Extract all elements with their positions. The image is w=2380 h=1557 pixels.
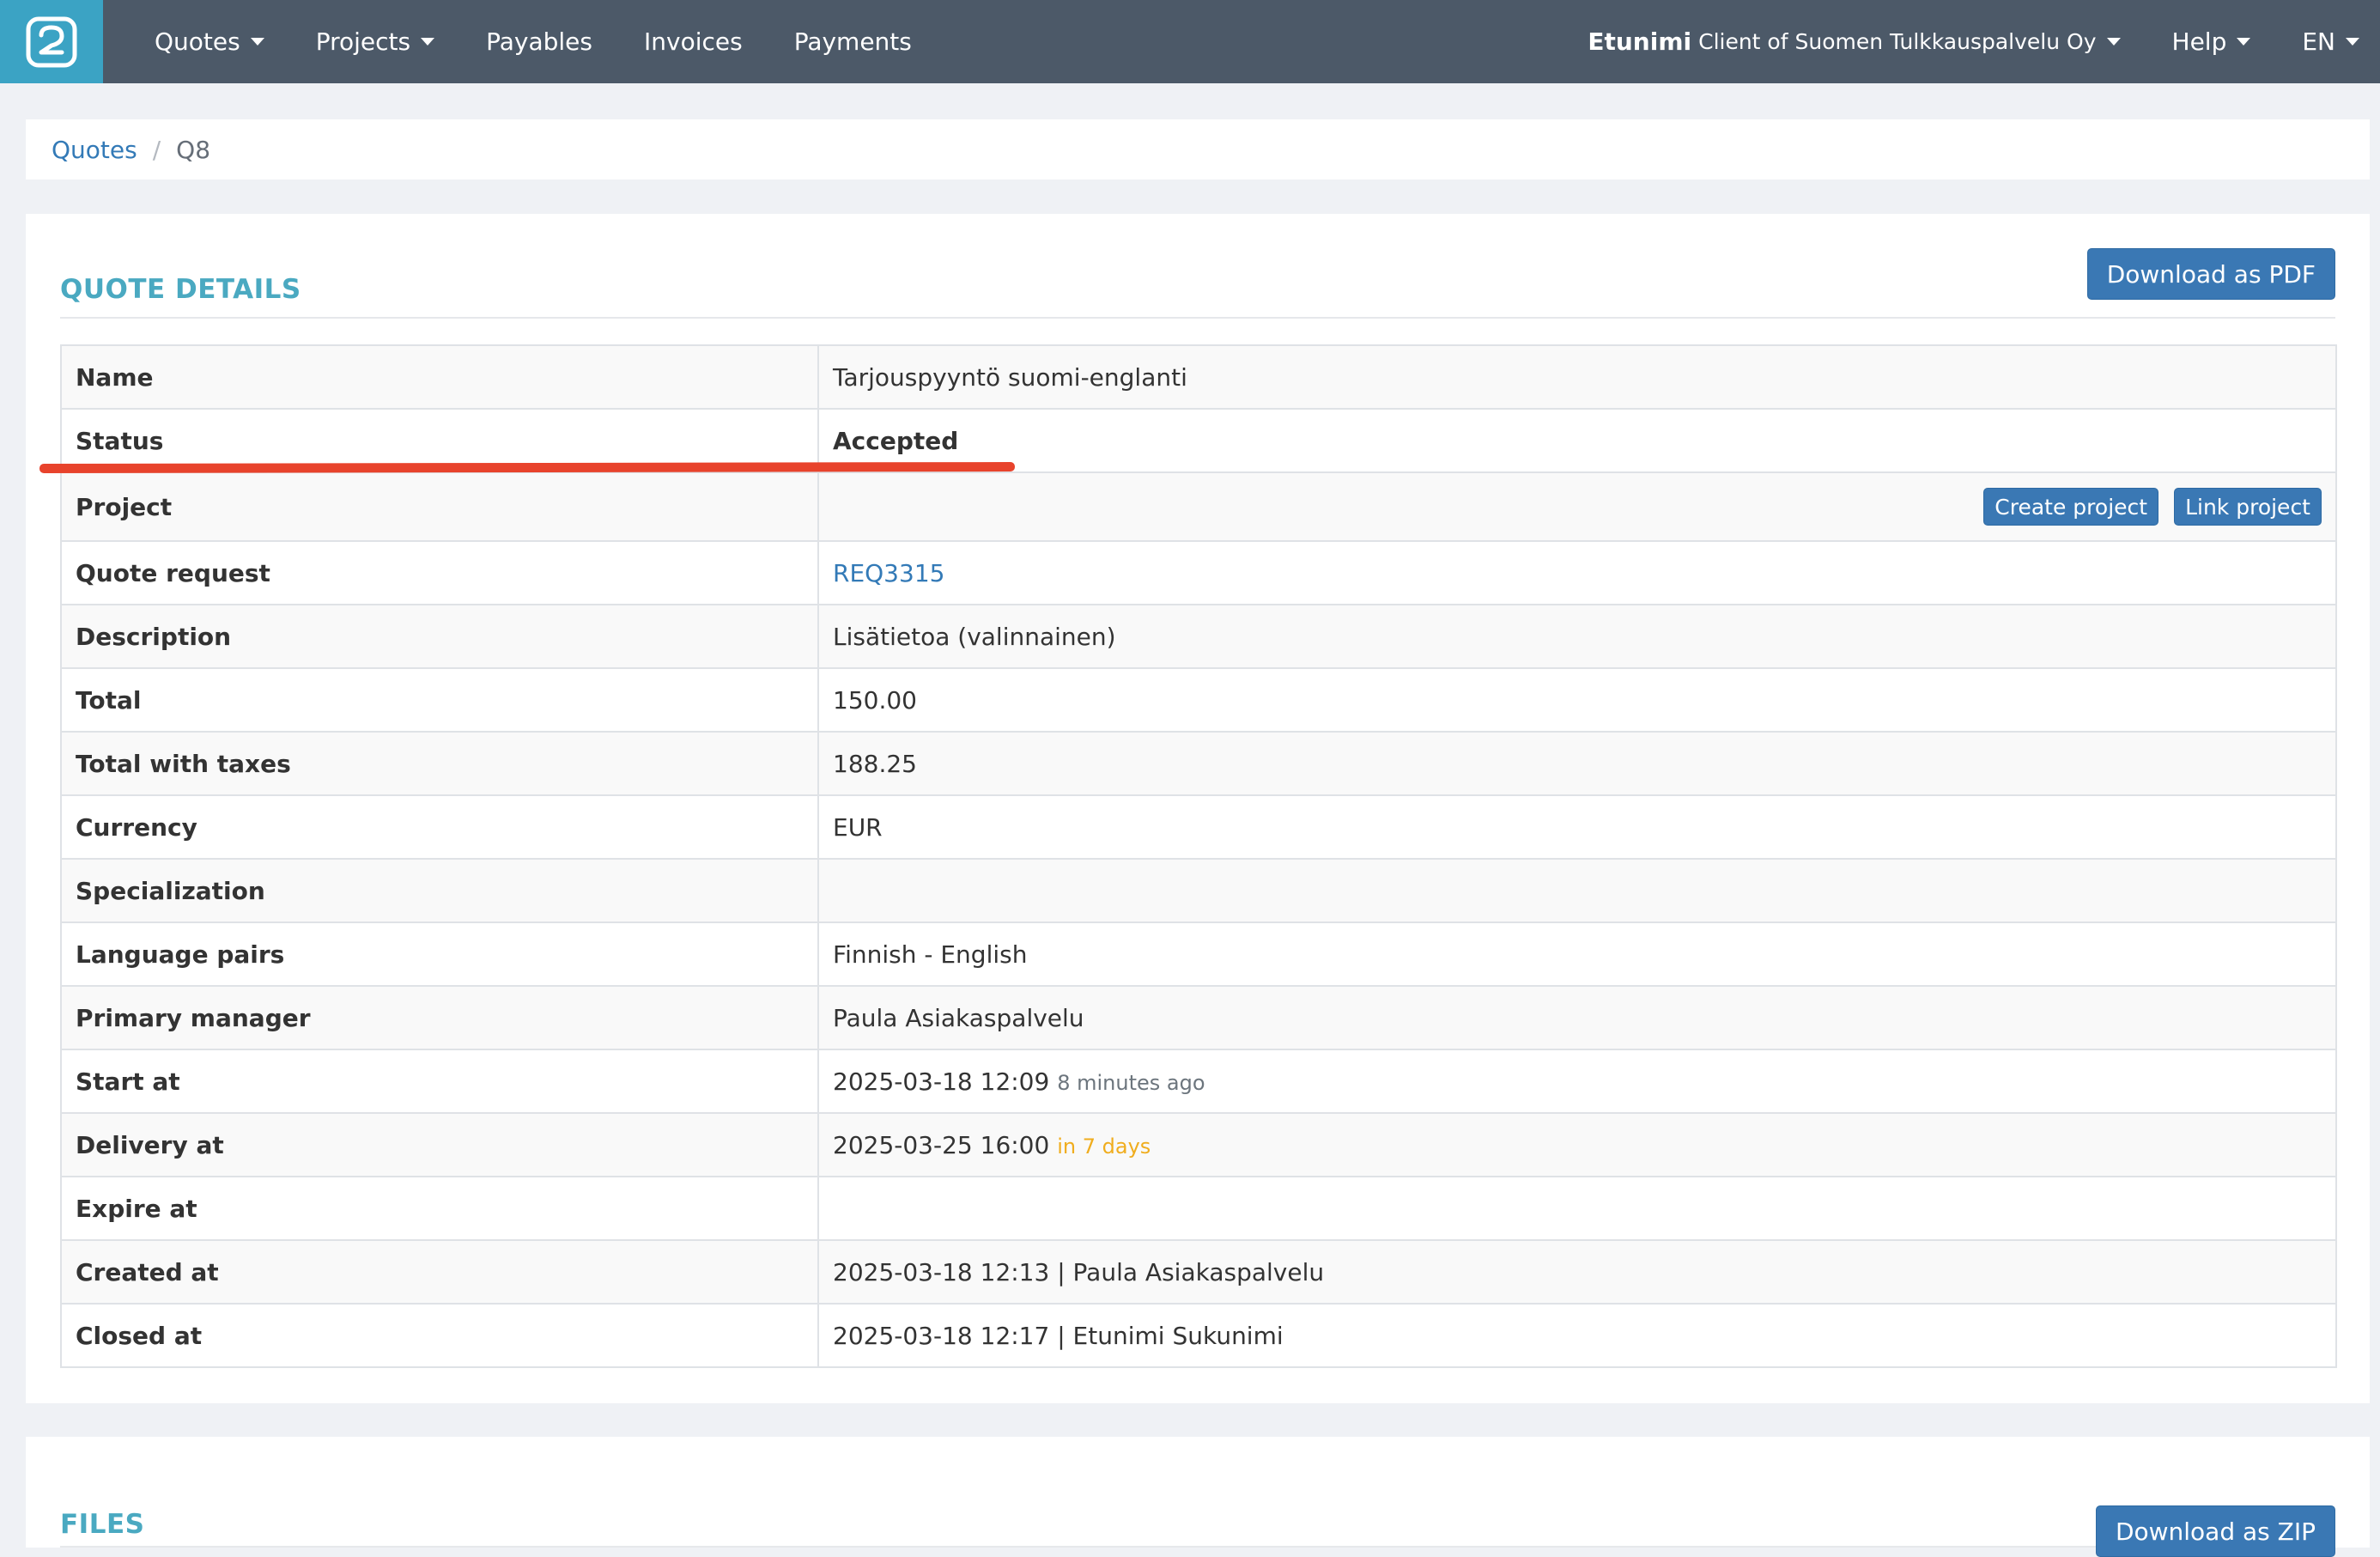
help-label: Help — [2171, 27, 2227, 56]
help-menu[interactable]: Help — [2146, 0, 2277, 83]
row-label-project: Project — [60, 471, 819, 542]
row-value-specialization — [817, 858, 2337, 923]
project-actions: Create project Link project — [833, 488, 2322, 526]
nav-payments-label: Payments — [793, 27, 912, 56]
quote-details-table: Name Tarjouspyyntö suomi-englanti Status… — [60, 344, 2337, 1368]
start-at-datetime: 2025-03-18 12:09 — [833, 1067, 1050, 1096]
breadcrumb: Quotes / Q8 — [26, 119, 2370, 179]
nav-invoices-label: Invoices — [644, 27, 743, 56]
quote-details-card: QUOTE DETAILS Download as PDF Name Tarjo… — [26, 214, 2370, 1403]
caret-down-icon — [2346, 38, 2359, 46]
row-value-created-at: 2025-03-18 12:13 | Paula Asiakaspalvelu — [817, 1239, 2337, 1305]
row-label-start-at: Start at — [60, 1049, 819, 1114]
row-label-language-pairs: Language pairs — [60, 921, 819, 987]
nav-quotes-label: Quotes — [155, 27, 240, 56]
nav-payments-link[interactable]: Payments — [768, 0, 938, 83]
quote-details-title: QUOTE DETAILS — [60, 274, 301, 305]
row-label-created-at: Created at — [60, 1239, 819, 1305]
table-row: Description Lisätietoa (valinnainen) — [60, 604, 2337, 669]
app-logo-icon — [26, 16, 77, 67]
breadcrumb-separator: / — [152, 135, 161, 164]
table-row: Specialization — [60, 858, 2337, 923]
language-menu[interactable]: EN — [2276, 0, 2380, 83]
user-organization: Client of Suomen Tulkkauspalvelu Oy — [1698, 29, 2097, 54]
row-label-name: Name — [60, 344, 819, 410]
nav-quotes-menu[interactable]: Quotes — [129, 0, 290, 83]
row-label-primary-manager: Primary manager — [60, 985, 819, 1050]
row-value-total: 150.00 — [817, 667, 2337, 733]
row-value-delivery-at: 2025-03-25 16:00 in 7 days — [817, 1112, 2337, 1177]
row-label-delivery-at: Delivery at — [60, 1112, 819, 1177]
caret-down-icon — [2106, 38, 2121, 46]
row-label-total: Total — [60, 667, 819, 733]
table-row: Language pairs Finnish - English — [60, 921, 2337, 987]
nav-projects-label: Projects — [315, 27, 411, 56]
main-nav: Quotes Projects Payables Invoices Paymen… — [129, 0, 938, 83]
nav-payables-link[interactable]: Payables — [460, 0, 618, 83]
download-pdf-button[interactable]: Download as PDF — [2086, 248, 2335, 300]
row-label-currency: Currency — [60, 794, 819, 860]
breadcrumb-current: Q8 — [176, 135, 211, 164]
table-row: Total 150.00 — [60, 667, 2337, 733]
create-project-button[interactable]: Create project — [1983, 488, 2159, 526]
link-project-button[interactable]: Link project — [2174, 488, 2322, 526]
nav-payables-label: Payables — [486, 27, 592, 56]
delivery-at-datetime: 2025-03-25 16:00 — [833, 1130, 1050, 1159]
row-label-description: Description — [60, 604, 819, 669]
download-zip-button[interactable]: Download as ZIP — [2095, 1505, 2335, 1557]
row-label-specialization: Specialization — [60, 858, 819, 923]
top-navbar: Quotes Projects Payables Invoices Paymen… — [0, 0, 2380, 83]
row-value-description: Lisätietoa (valinnainen) — [817, 604, 2337, 669]
table-row: Expire at — [60, 1176, 2337, 1241]
row-label-closed-at: Closed at — [60, 1303, 819, 1368]
row-value-start-at: 2025-03-18 12:09 8 minutes ago — [817, 1049, 2337, 1114]
table-row: Start at 2025-03-18 12:09 8 minutes ago — [60, 1049, 2337, 1114]
nav-invoices-link[interactable]: Invoices — [618, 0, 768, 83]
row-label-quote-request: Quote request — [60, 540, 819, 605]
table-row: Name Tarjouspyyntö suomi-englanti — [60, 344, 2337, 410]
nav-projects-menu[interactable]: Projects — [290, 0, 460, 83]
table-row: Closed at 2025-03-18 12:17 | Etunimi Suk… — [60, 1303, 2337, 1368]
annotation-underline — [39, 462, 1016, 473]
row-value-closed-at: 2025-03-18 12:17 | Etunimi Sukunimi — [817, 1303, 2337, 1368]
caret-down-icon — [2237, 38, 2251, 46]
row-value-language-pairs: Finnish - English — [817, 921, 2337, 987]
breadcrumb-quotes-link[interactable]: Quotes — [52, 136, 137, 164]
user-name: Etunimi — [1588, 27, 1692, 56]
files-header: FILES Download as ZIP — [60, 1471, 2335, 1557]
table-row: Primary manager Paula Asiakaspalvelu — [60, 985, 2337, 1050]
caret-down-icon — [250, 38, 264, 46]
quote-details-header: QUOTE DETAILS Download as PDF — [60, 248, 2335, 319]
row-label-total-with-taxes: Total with taxes — [60, 731, 819, 796]
quote-request-link[interactable]: REQ3315 — [833, 559, 944, 587]
row-value-expire-at — [817, 1176, 2337, 1241]
table-row: Delivery at 2025-03-25 16:00 in 7 days — [60, 1112, 2337, 1177]
files-card: FILES Download as ZIP — [26, 1437, 2370, 1557]
table-row: Currency EUR — [60, 794, 2337, 860]
table-row: Project Create project Link project — [60, 471, 2337, 542]
row-label-expire-at: Expire at — [60, 1176, 819, 1241]
row-value-primary-manager: Paula Asiakaspalvelu — [817, 985, 2337, 1050]
nav-right: Etunimi Client of Suomen Tulkkauspalvelu… — [1562, 0, 2380, 83]
row-value-total-with-taxes: 188.25 — [817, 731, 2337, 796]
files-title: FILES — [60, 1509, 145, 1540]
table-row: Quote request REQ3315 — [60, 540, 2337, 605]
row-value-quote-request: REQ3315 — [817, 540, 2337, 605]
row-value-name: Tarjouspyyntö suomi-englanti — [817, 344, 2337, 410]
status-value: Accepted — [817, 408, 2337, 473]
user-menu[interactable]: Etunimi Client of Suomen Tulkkauspalvelu… — [1562, 0, 2146, 83]
delivery-at-relative: in 7 days — [1057, 1134, 1151, 1159]
language-label: EN — [2302, 27, 2335, 56]
table-row: Total with taxes 188.25 — [60, 731, 2337, 796]
row-value-currency: EUR — [817, 794, 2337, 860]
home-logo-link[interactable] — [0, 0, 103, 83]
table-row: Created at 2025-03-18 12:13 | Paula Asia… — [60, 1239, 2337, 1305]
caret-down-icon — [421, 38, 435, 46]
start-at-relative: 8 minutes ago — [1057, 1070, 1205, 1095]
row-value-project: Create project Link project — [817, 471, 2337, 542]
